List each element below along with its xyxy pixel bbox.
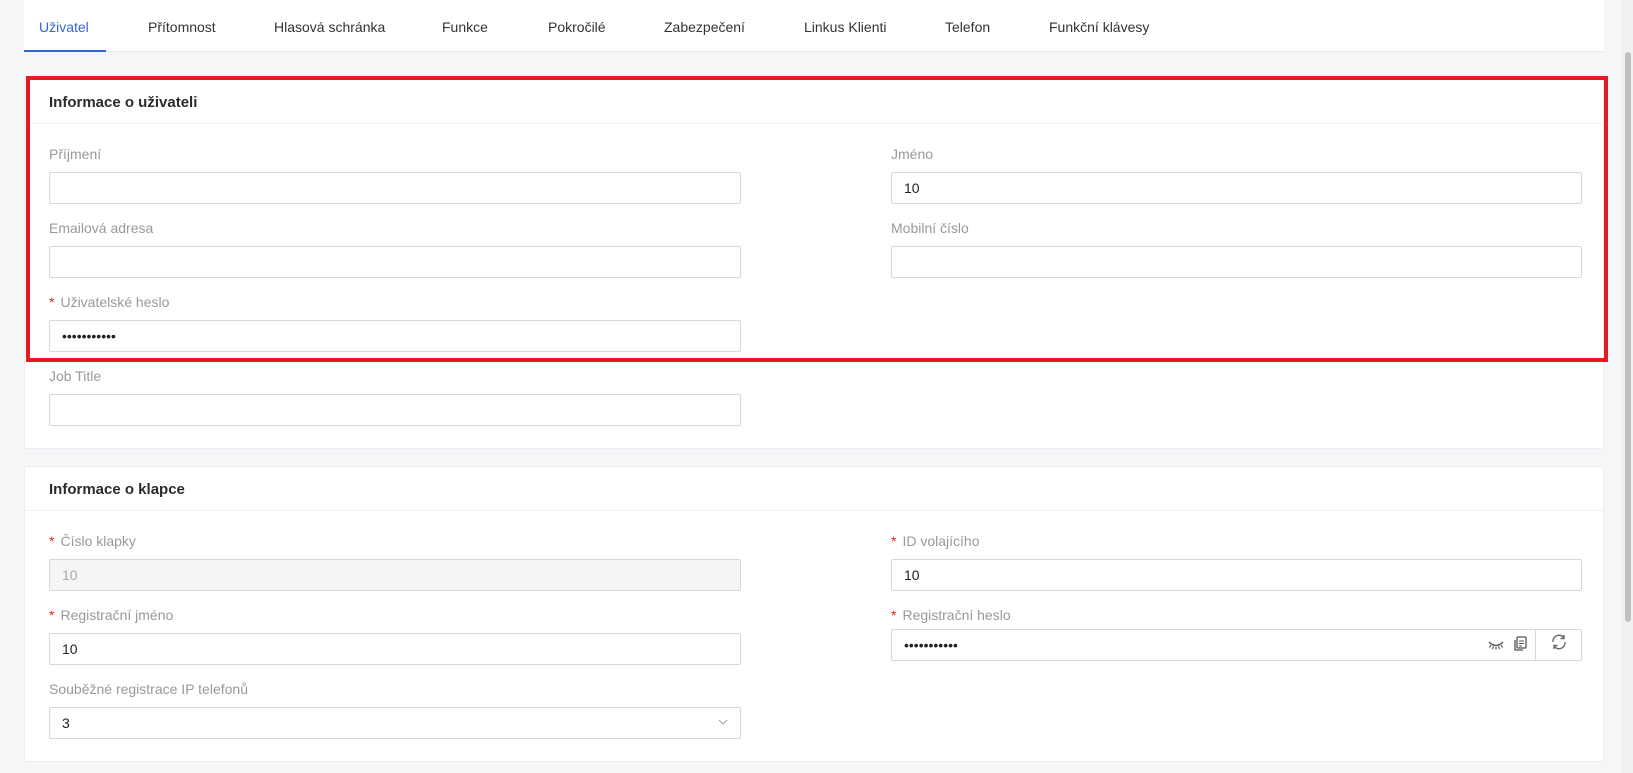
- registration-password-label: * Registrační heslo: [891, 607, 1011, 623]
- tab-security[interactable]: Zabezpečení: [664, 0, 745, 52]
- scrollbar-thumb[interactable]: [1625, 52, 1631, 622]
- email-label: Emailová adresa: [49, 220, 154, 236]
- registration-password-input[interactable]: •••••••••••: [904, 637, 958, 653]
- extension-info-card: Informace o klapce * Číslo klapky 10 * ID …: [24, 466, 1604, 762]
- refresh-icon[interactable]: [1535, 629, 1581, 661]
- last-name-label: Příjmení: [49, 146, 102, 162]
- tab-label: Zabezpečení: [664, 19, 745, 35]
- first-name-label: Jméno: [891, 146, 934, 162]
- caller-id-label-text: ID volajícího: [902, 533, 980, 549]
- caller-id-label: * ID volajícího: [891, 533, 980, 549]
- user-info-card: Informace o uživateli Příjmení Jméno 10 …: [24, 79, 1604, 449]
- tab-user[interactable]: Uživatel: [39, 0, 89, 52]
- caller-id-input[interactable]: 10: [891, 559, 1582, 591]
- registration-name-label-text: Registrační jméno: [60, 607, 174, 623]
- tab-advanced[interactable]: Pokročilé: [548, 0, 606, 52]
- user-info-title: Informace o uživateli: [25, 80, 1603, 124]
- scrollbar[interactable]: [1621, 0, 1633, 773]
- registration-name-label: * Registrační jméno: [49, 607, 173, 623]
- active-tab-indicator: [24, 50, 106, 52]
- job-title-input[interactable]: [49, 394, 741, 426]
- registration-name-input[interactable]: 10: [49, 633, 741, 665]
- required-mark: *: [891, 607, 897, 623]
- tab-voicemail[interactable]: Hlasová schránka: [274, 0, 385, 52]
- registration-password-field: •••••••••••: [891, 629, 1582, 661]
- tab-linkus-clients[interactable]: Linkus Klienti: [804, 0, 887, 52]
- extension-number-label: * Číslo klapky: [49, 533, 136, 549]
- tab-label: Uživatel: [39, 19, 89, 35]
- user-password-label: * Uživatelské heslo: [49, 294, 169, 310]
- user-password-input[interactable]: •••••••••••: [49, 320, 741, 352]
- tab-presence[interactable]: Přítomnost: [148, 0, 216, 52]
- extension-number-label-text: Číslo klapky: [60, 533, 136, 549]
- job-title-label: Job Title: [49, 368, 102, 384]
- concurrent-registrations-label: Souběžné registrace IP telefonů: [49, 681, 248, 697]
- tab-label: Funkce: [442, 19, 488, 35]
- tab-phone[interactable]: Telefon: [945, 0, 990, 52]
- required-mark: *: [49, 294, 55, 310]
- tab-bar: Uživatel Přítomnost Hlasová schránka Fun…: [24, 0, 1604, 52]
- last-name-input[interactable]: [49, 172, 741, 204]
- tab-label: Hlasová schránka: [274, 19, 386, 35]
- required-mark: *: [891, 533, 897, 549]
- mobile-label: Mobilní číslo: [891, 220, 969, 236]
- extension-number-input: 10: [49, 559, 741, 591]
- tab-function-keys[interactable]: Funkční klávesy: [1049, 0, 1149, 52]
- tab-label: Funkční klávesy: [1049, 19, 1150, 35]
- email-input[interactable]: [49, 246, 741, 278]
- extension-info-title: Informace o klapce: [25, 467, 1603, 511]
- copy-icon[interactable]: [1509, 635, 1531, 657]
- eye-closed-icon[interactable]: [1485, 635, 1507, 657]
- tab-features[interactable]: Funkce: [442, 0, 488, 52]
- chevron-down-icon: [718, 719, 728, 725]
- required-mark: *: [49, 607, 55, 623]
- concurrent-registrations-select[interactable]: 3: [49, 707, 741, 739]
- tab-label: Telefon: [945, 19, 991, 35]
- user-password-label-text: Uživatelské heslo: [60, 294, 170, 310]
- concurrent-registrations-value: 3: [62, 715, 70, 731]
- tab-label: Linkus Klienti: [804, 19, 887, 35]
- registration-password-label-text: Registrační heslo: [902, 607, 1011, 623]
- tab-label: Pokročilé: [548, 19, 606, 35]
- mobile-input[interactable]: [891, 246, 1582, 278]
- first-name-input[interactable]: 10: [891, 172, 1582, 204]
- required-mark: *: [49, 533, 55, 549]
- tab-label: Přítomnost: [148, 19, 216, 35]
